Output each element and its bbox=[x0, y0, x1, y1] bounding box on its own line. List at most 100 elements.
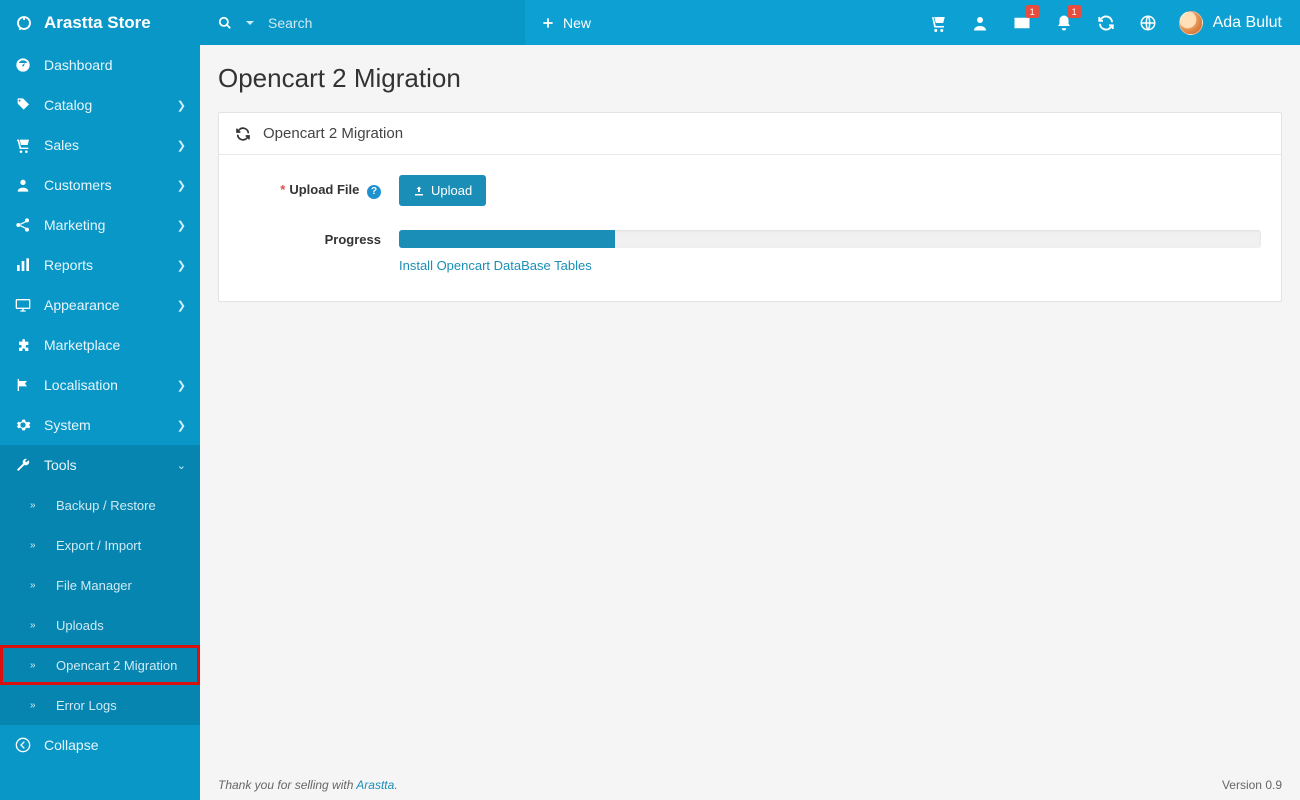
sub-item-error-logs[interactable]: »Error Logs bbox=[0, 685, 200, 725]
upload-row: *Upload File ? Upload bbox=[239, 175, 1261, 206]
topbar-cart-button[interactable] bbox=[917, 0, 959, 45]
chevron-right-icon: ❯ bbox=[177, 99, 186, 112]
chevron-right-icon: ❯ bbox=[177, 299, 186, 312]
upload-label: *Upload File ? bbox=[239, 182, 399, 199]
flag-icon bbox=[14, 377, 32, 393]
sidebar-item-localisation[interactable]: Localisation ❯ bbox=[0, 365, 200, 405]
search-box bbox=[200, 0, 525, 45]
sidebar-item-customers[interactable]: Customers ❯ bbox=[0, 165, 200, 205]
puzzle-icon bbox=[14, 337, 32, 353]
sidebar-item-label: System bbox=[44, 417, 91, 433]
sidebar-collapse[interactable]: Collapse bbox=[0, 725, 200, 765]
topbar-user-menu[interactable]: Ada Bulut bbox=[1169, 11, 1300, 35]
new-button[interactable]: New bbox=[525, 0, 607, 45]
sidebar-item-sales[interactable]: Sales ❯ bbox=[0, 125, 200, 165]
double-chevron-icon: » bbox=[30, 500, 44, 511]
progress-wrap: Install Opencart DataBase Tables bbox=[399, 230, 1261, 273]
tools-submenu: »Backup / Restore »Export / Import »File… bbox=[0, 485, 200, 725]
chevron-right-icon: ❯ bbox=[177, 259, 186, 272]
footer: Thank you for selling with Arastta. Vers… bbox=[200, 770, 1300, 800]
migration-panel: Opencart 2 Migration *Upload File ? Uplo… bbox=[218, 112, 1282, 302]
sub-item-label: Backup / Restore bbox=[56, 498, 156, 513]
footer-version: Version 0.9 bbox=[1222, 778, 1282, 792]
sub-item-label: Error Logs bbox=[56, 698, 117, 713]
double-chevron-icon: » bbox=[30, 580, 44, 591]
progress-bar bbox=[399, 230, 1261, 248]
panel-body: *Upload File ? Upload Progress bbox=[219, 155, 1281, 301]
search-input[interactable] bbox=[268, 15, 507, 31]
progress-status: Install Opencart DataBase Tables bbox=[399, 258, 1261, 273]
sub-item-export-import[interactable]: »Export / Import bbox=[0, 525, 200, 565]
sub-item-opencart2-migration[interactable]: » Opencart 2 Migration bbox=[0, 645, 200, 685]
sidebar: Arastta Store Dashboard Catalog ❯ Sales … bbox=[0, 0, 200, 800]
sidebar-item-label: Reports bbox=[44, 257, 93, 273]
user-icon bbox=[14, 177, 32, 193]
sidebar-item-marketing[interactable]: Marketing ❯ bbox=[0, 205, 200, 245]
footer-arastta-link[interactable]: Arastta bbox=[356, 778, 394, 792]
upload-button[interactable]: Upload bbox=[399, 175, 486, 206]
tag-icon bbox=[14, 97, 32, 113]
sub-item-label: Export / Import bbox=[56, 538, 141, 553]
cart-icon bbox=[14, 137, 32, 153]
main-content: Opencart 2 Migration Opencart 2 Migratio… bbox=[200, 45, 1300, 770]
sidebar-item-marketplace[interactable]: Marketplace bbox=[0, 325, 200, 365]
brand-logo-icon bbox=[14, 13, 34, 33]
sidebar-item-label: Sales bbox=[44, 137, 79, 153]
required-asterisk: * bbox=[280, 182, 285, 197]
sidebar-item-tools[interactable]: Tools ⌄ bbox=[0, 445, 200, 485]
sub-item-backup-restore[interactable]: » Backup / Restore bbox=[0, 485, 200, 525]
sub-item-file-manager[interactable]: »File Manager bbox=[0, 565, 200, 605]
chart-icon bbox=[14, 257, 32, 273]
sidebar-item-system[interactable]: System ❯ bbox=[0, 405, 200, 445]
topbar-envelope-button[interactable]: 1 bbox=[1001, 0, 1043, 45]
chevron-right-icon: ❯ bbox=[177, 139, 186, 152]
chevron-right-icon: ❯ bbox=[177, 179, 186, 192]
double-chevron-icon: » bbox=[30, 660, 44, 671]
footer-thank: Thank you for selling with Arastta. bbox=[218, 778, 398, 792]
envelope-badge: 1 bbox=[1026, 5, 1039, 18]
share-icon bbox=[14, 217, 32, 233]
user-name: Ada Bulut bbox=[1213, 14, 1282, 32]
brand-name: Arastta Store bbox=[44, 13, 151, 33]
chevron-right-icon: ❯ bbox=[177, 419, 186, 432]
sidebar-item-reports[interactable]: Reports ❯ bbox=[0, 245, 200, 285]
double-chevron-icon: » bbox=[30, 620, 44, 631]
sidebar-item-label: Catalog bbox=[44, 97, 92, 113]
sub-item-label: Uploads bbox=[56, 618, 104, 633]
new-button-label: New bbox=[563, 15, 591, 31]
chevron-right-icon: ❯ bbox=[177, 219, 186, 232]
upload-button-label: Upload bbox=[431, 183, 472, 198]
sidebar-item-label: Customers bbox=[44, 177, 112, 193]
page-title: Opencart 2 Migration bbox=[218, 63, 1282, 94]
topbar-globe-button[interactable] bbox=[1127, 0, 1169, 45]
topbar-bell-button[interactable]: 1 bbox=[1043, 0, 1085, 45]
topbar-user-button[interactable] bbox=[959, 0, 1001, 45]
sub-item-label: Opencart 2 Migration bbox=[56, 658, 177, 673]
bell-badge: 1 bbox=[1068, 5, 1081, 18]
sidebar-item-dashboard[interactable]: Dashboard bbox=[0, 45, 200, 85]
search-filter-caret-icon[interactable] bbox=[246, 21, 254, 25]
sidebar-item-catalog[interactable]: Catalog ❯ bbox=[0, 85, 200, 125]
progress-row: Progress Install Opencart DataBase Table… bbox=[239, 230, 1261, 273]
collapse-label: Collapse bbox=[44, 737, 98, 753]
collapse-icon bbox=[14, 737, 32, 753]
brand[interactable]: Arastta Store bbox=[0, 0, 200, 45]
sidebar-item-appearance[interactable]: Appearance ❯ bbox=[0, 285, 200, 325]
help-icon[interactable]: ? bbox=[367, 185, 381, 199]
sidebar-item-label: Tools bbox=[44, 457, 77, 473]
chevron-down-icon: ⌄ bbox=[177, 459, 186, 472]
desktop-icon bbox=[14, 297, 32, 313]
progress-label: Progress bbox=[239, 230, 399, 247]
gear-icon bbox=[14, 417, 32, 433]
sub-item-uploads[interactable]: » Uploads bbox=[0, 605, 200, 645]
dashboard-icon bbox=[14, 57, 32, 73]
topbar-refresh-button[interactable] bbox=[1085, 0, 1127, 45]
panel-title: Opencart 2 Migration bbox=[263, 125, 403, 142]
progress-bar-fill bbox=[399, 230, 615, 248]
search-icon[interactable] bbox=[218, 16, 232, 30]
avatar bbox=[1179, 11, 1203, 35]
sidebar-item-label: Appearance bbox=[44, 297, 120, 313]
plus-icon bbox=[541, 16, 555, 30]
sidebar-item-label: Localisation bbox=[44, 377, 118, 393]
progress-status-link[interactable]: Install Opencart DataBase Tables bbox=[399, 258, 592, 273]
